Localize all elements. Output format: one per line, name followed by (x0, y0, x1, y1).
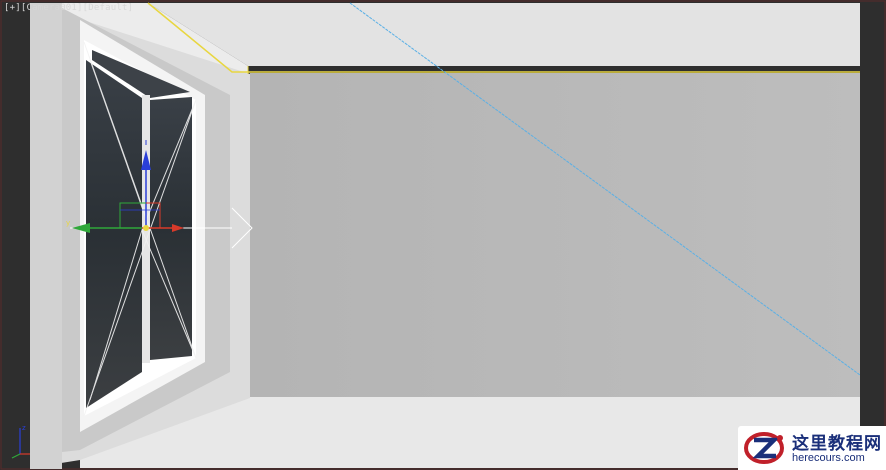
watermark-logo-icon (744, 432, 784, 464)
svg-text:y: y (66, 219, 70, 227)
viewport-camera-menu[interactable]: [Camera001] (21, 3, 83, 13)
left-wall-edge (30, 3, 62, 469)
watermark-badge: 这里教程网 herecours.com (738, 426, 886, 470)
viewport-label[interactable]: [+][Camera001][Default] (4, 3, 133, 13)
viewport-camera[interactable]: y [+][Camera001][Default] z 这里教程网 hereco… (0, 0, 886, 470)
window-glass-left (86, 60, 142, 408)
svg-text:z: z (22, 424, 26, 432)
watermark-title: 这里教程网 (792, 434, 882, 453)
axis-tripod-icon: z (11, 424, 30, 459)
scene-render[interactable]: y (0, 0, 886, 470)
watermark-url: herecours.com (792, 452, 865, 464)
back-wall (250, 73, 860, 398)
viewport-plus-menu[interactable]: [+] (4, 3, 21, 13)
ceiling (148, 3, 860, 66)
viewport-shading-menu[interactable]: [Default] (83, 3, 134, 13)
